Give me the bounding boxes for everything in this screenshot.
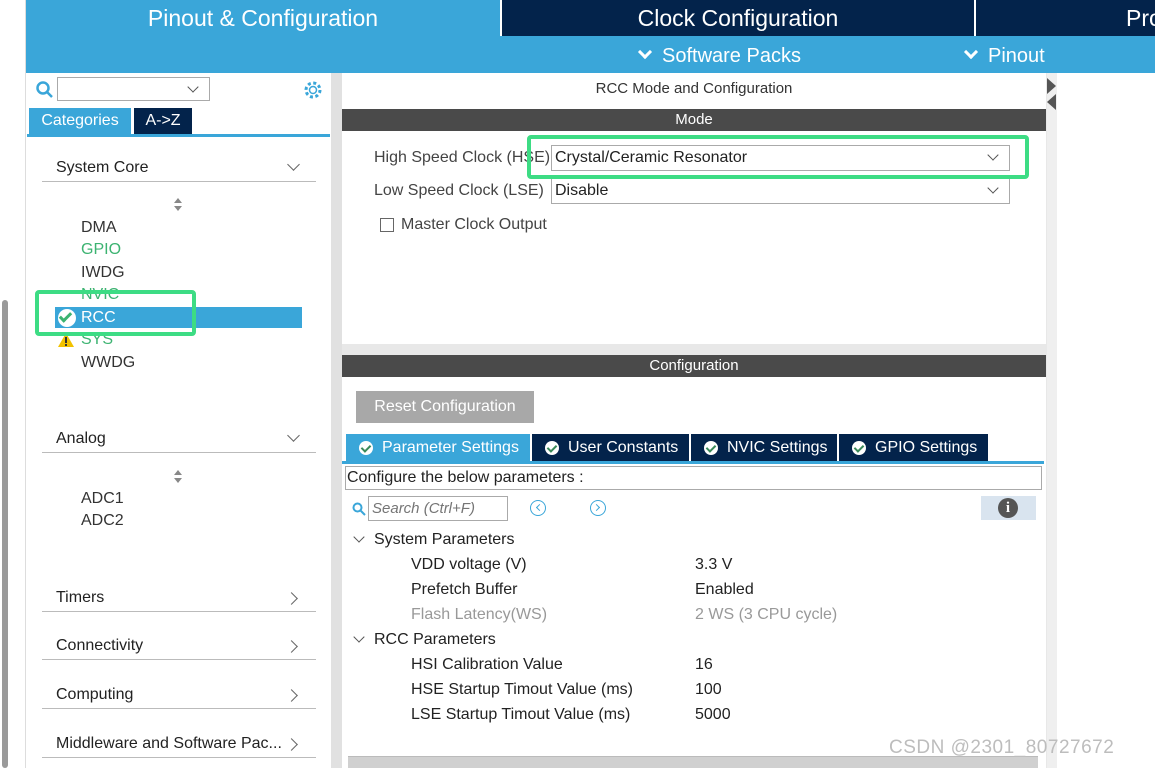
tab-clock-configuration[interactable]: Clock Configuration bbox=[500, 0, 974, 36]
highlight-box-rcc bbox=[35, 290, 196, 336]
gear-icon[interactable] bbox=[302, 79, 324, 101]
param-name: HSI Calibration Value bbox=[411, 656, 563, 673]
tab-parameter-settings[interactable]: Parameter Settings bbox=[346, 434, 532, 461]
configuration-header: Configuration bbox=[342, 355, 1046, 377]
panel-title: RCC Mode and Configuration bbox=[595, 80, 793, 97]
tab-gpio-settings[interactable]: GPIO Settings bbox=[839, 434, 988, 461]
top-tab-bar: Pinout & Configuration Clock Configurati… bbox=[0, 0, 1155, 36]
section-label: Connectivity bbox=[56, 637, 144, 654]
chevron-down-icon bbox=[637, 44, 653, 60]
info-icon: i bbox=[998, 498, 1018, 518]
section-analog[interactable]: Analog bbox=[42, 425, 316, 453]
chevron-down-icon bbox=[963, 44, 979, 60]
tab-pinout-configuration[interactable]: Pinout & Configuration bbox=[26, 0, 500, 36]
section-connectivity[interactable]: Connectivity bbox=[42, 632, 316, 660]
tab-label: NVIC Settings bbox=[727, 439, 828, 456]
lse-value: Disable bbox=[555, 182, 609, 199]
param-name: LSE Startup Timout Value (ms) bbox=[411, 706, 631, 723]
list-item-wwdg[interactable]: WWDG bbox=[81, 352, 135, 374]
param-value[interactable]: Enabled bbox=[695, 581, 754, 599]
parameter-search-input[interactable] bbox=[368, 496, 508, 521]
section-middleware[interactable]: Middleware and Software Pac... bbox=[42, 730, 316, 758]
tab-label: GPIO Settings bbox=[875, 439, 978, 456]
chevron-down-icon bbox=[187, 81, 199, 93]
collapse-arrow-icon[interactable] bbox=[1047, 76, 1057, 112]
panel-splitter[interactable] bbox=[331, 73, 342, 768]
param-value[interactable]: 100 bbox=[695, 681, 722, 699]
parameters-hint: Configure the below parameters : bbox=[345, 466, 1042, 490]
list-item-adc1[interactable]: ADC1 bbox=[81, 488, 124, 510]
lse-label: Low Speed Clock (LSE) bbox=[374, 182, 544, 199]
tab-project-manager[interactable]: Pro bbox=[974, 0, 1155, 36]
category-search-combo[interactable] bbox=[57, 77, 210, 101]
tab-categories[interactable]: Categories bbox=[29, 108, 131, 134]
pinout-menu[interactable]: Pinout bbox=[963, 36, 1045, 73]
software-packs-menu[interactable]: Software Packs bbox=[637, 36, 801, 73]
section-label: Middleware and Software Pac... bbox=[56, 735, 282, 752]
category-tab-bar: Categories A->Z bbox=[27, 108, 330, 137]
sort-icon[interactable] bbox=[174, 470, 182, 484]
sub-toolbar: Software Packs Pinout bbox=[26, 36, 1155, 73]
mco-label: Master Clock Output bbox=[401, 216, 547, 233]
check-circle-icon bbox=[359, 441, 373, 455]
chevron-right-icon bbox=[285, 689, 298, 702]
right-panel bbox=[1047, 73, 1155, 768]
mco-checkbox[interactable] bbox=[380, 218, 394, 232]
section-system-core[interactable]: System Core bbox=[42, 154, 316, 182]
section-label: Computing bbox=[56, 686, 134, 703]
section-label: System Core bbox=[56, 159, 149, 176]
section-timers[interactable]: Timers bbox=[42, 584, 316, 612]
section-computing[interactable]: Computing bbox=[42, 681, 316, 709]
list-item-dma[interactable]: DMA bbox=[81, 217, 117, 239]
sort-icon[interactable] bbox=[174, 198, 182, 212]
chevron-right-icon bbox=[285, 592, 298, 605]
right-splitter[interactable] bbox=[1047, 73, 1057, 768]
param-name: HSE Startup Timout Value (ms) bbox=[411, 681, 633, 698]
tab-label: User Constants bbox=[568, 439, 679, 456]
software-packs-label: Software Packs bbox=[662, 45, 801, 67]
mode-header: Mode bbox=[342, 109, 1046, 131]
param-value: 2 WS (3 CPU cycle) bbox=[695, 606, 838, 623]
reset-configuration-button[interactable]: Reset Configuration bbox=[356, 391, 534, 423]
param-value[interactable]: 5000 bbox=[695, 706, 731, 724]
param-name: Prefetch Buffer bbox=[411, 581, 518, 598]
group-system-parameters[interactable]: System Parameters bbox=[374, 531, 514, 549]
previous-result-icon[interactable] bbox=[530, 500, 546, 516]
check-circle-icon bbox=[704, 441, 718, 455]
left-scrollbar[interactable] bbox=[2, 300, 8, 768]
lse-select[interactable]: Disable bbox=[551, 178, 1010, 204]
pinout-label: Pinout bbox=[988, 45, 1045, 67]
section-label: Timers bbox=[56, 589, 105, 606]
hse-label: High Speed Clock (HSE) bbox=[374, 149, 551, 166]
chevron-down-icon bbox=[287, 158, 300, 171]
param-name: VDD voltage (V) bbox=[411, 556, 527, 573]
list-item-iwdg[interactable]: IWDG bbox=[81, 262, 125, 284]
check-circle-icon bbox=[852, 441, 866, 455]
search-icon bbox=[352, 502, 366, 516]
list-item-gpio[interactable]: GPIO bbox=[81, 239, 121, 261]
search-icon[interactable] bbox=[36, 81, 54, 99]
check-circle-icon bbox=[545, 441, 559, 455]
chevron-right-icon bbox=[285, 640, 298, 653]
next-result-icon[interactable] bbox=[590, 500, 606, 516]
tab-a-z[interactable]: A->Z bbox=[134, 108, 192, 134]
tab-nvic-settings[interactable]: NVIC Settings bbox=[691, 434, 839, 461]
chevron-down-icon bbox=[987, 182, 999, 194]
list-item-adc2[interactable]: ADC2 bbox=[81, 510, 124, 532]
tab-user-constants[interactable]: User Constants bbox=[532, 434, 691, 461]
param-value[interactable]: 3.3 V bbox=[695, 556, 732, 574]
param-name: Flash Latency(WS) bbox=[411, 606, 548, 623]
group-rcc-parameters[interactable]: RCC Parameters bbox=[374, 631, 496, 649]
info-button[interactable]: i bbox=[981, 496, 1036, 520]
tab-underline bbox=[342, 461, 1044, 464]
watermark: CSDN @2301_80727672 bbox=[889, 737, 1115, 758]
section-label: Analog bbox=[56, 430, 106, 447]
highlight-box-hse bbox=[527, 135, 1029, 179]
chevron-down-icon bbox=[287, 429, 300, 442]
chevron-right-icon bbox=[285, 738, 298, 751]
param-value[interactable]: 16 bbox=[695, 656, 713, 674]
tab-label: Parameter Settings bbox=[382, 439, 519, 456]
